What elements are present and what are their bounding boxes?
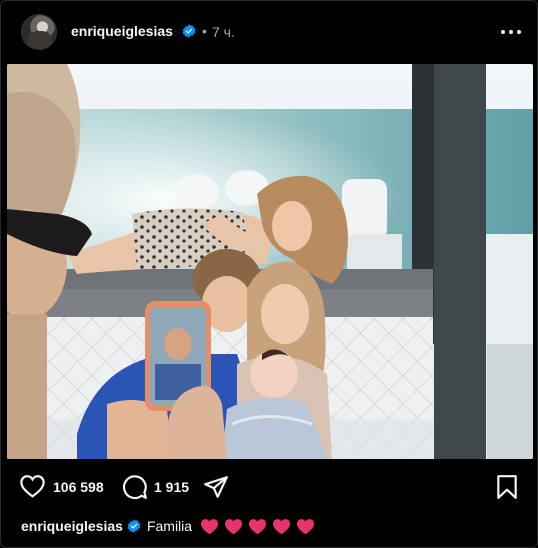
like-count[interactable]: 106 598 [53,479,104,495]
post-card: enriqueiglesias • 7 ч. 106 598 1 915 enr… [0,0,538,548]
post-header: enriqueiglesias • 7 ч. [1,1,538,63]
separator-dot: • [202,23,207,39]
post-username[interactable]: enriqueiglesias [71,23,173,39]
avatar[interactable] [21,14,57,50]
photo-illustration [7,64,533,459]
comment-count[interactable]: 1 915 [154,479,189,495]
post-caption: enriqueiglesias Familia [21,516,320,536]
post-photo[interactable] [7,64,533,459]
comment-bubble-icon[interactable] [122,474,148,500]
heart-emoji-icon [273,518,291,534]
bookmark-icon[interactable] [496,474,518,500]
caption-emoji-hearts [200,518,320,535]
post-time[interactable]: 7 ч. [212,24,235,40]
more-options-icon[interactable] [499,23,523,41]
heart-emoji-icon [297,518,315,534]
caption-text: Familia [146,518,193,534]
caption-username[interactable]: enriqueiglesias [21,518,123,534]
heart-outline-icon[interactable] [19,474,46,498]
action-bar: 106 598 1 915 [1,471,538,503]
heart-emoji-icon [225,518,243,534]
heart-emoji-icon [249,518,267,534]
verified-badge-icon [127,519,141,533]
heart-emoji-icon [201,518,219,534]
paper-plane-icon[interactable] [203,475,229,499]
verified-badge-icon [182,24,196,38]
